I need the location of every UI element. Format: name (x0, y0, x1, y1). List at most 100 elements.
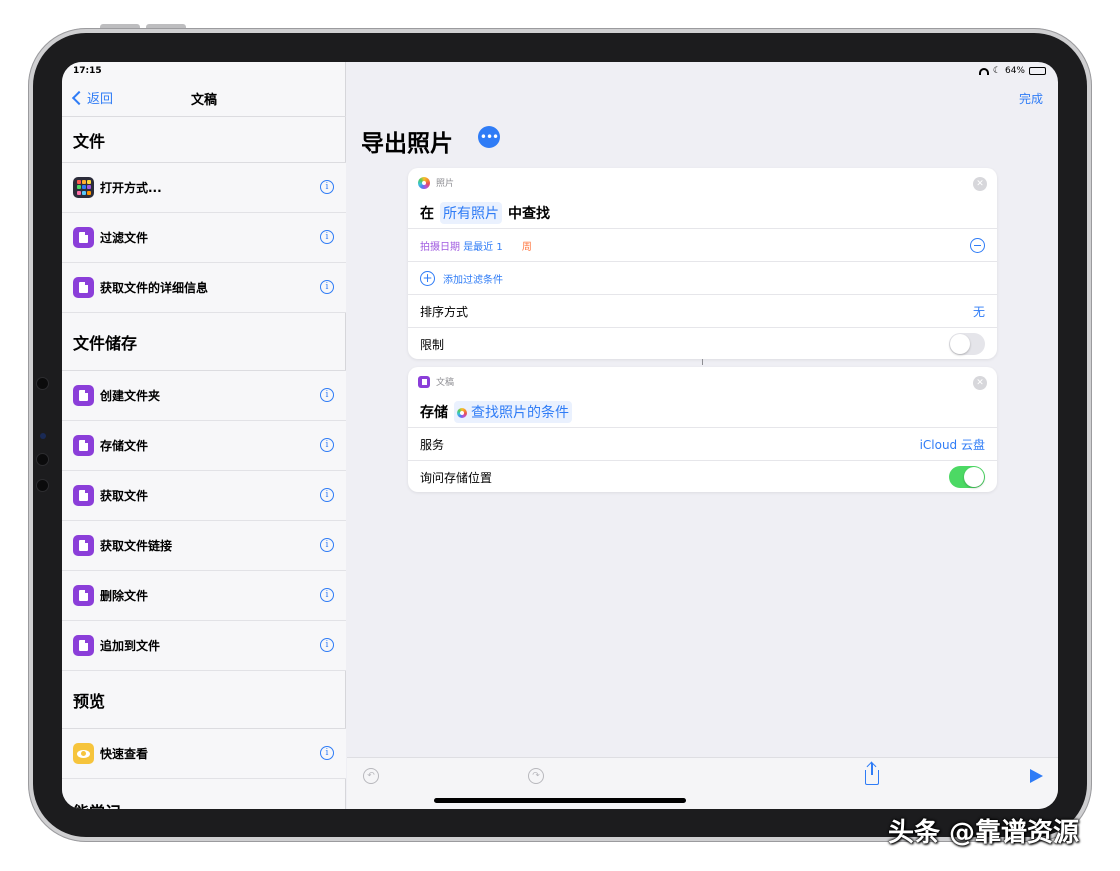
limit-toggle[interactable] (949, 333, 985, 355)
photos-app-icon (418, 176, 430, 189)
sort-value[interactable]: 无 (973, 303, 985, 320)
section-header: 文件 (62, 117, 346, 163)
list-item-get-file[interactable]: 获取文件 i (62, 471, 346, 521)
action-suffix: 中查找 (508, 206, 550, 222)
section-header: 文件储存 (62, 313, 346, 371)
list-item-label: 打开方式... (100, 181, 162, 195)
token-label: 查找照片的条件 (471, 405, 569, 421)
actions-sidebar: 17:15 返回 文稿 文件 打开方式... i 过滤文件 i 获取文件的详细信… (62, 62, 346, 809)
list-item-create-folder[interactable]: 创建文件夹 i (62, 371, 346, 421)
service-row[interactable]: 服务 iCloud 云盘 (408, 427, 997, 460)
list-item-label: 获取文件链接 (100, 539, 173, 553)
info-icon[interactable]: i (320, 488, 334, 502)
filter-unit[interactable]: 周 (522, 242, 532, 253)
service-value[interactable]: iCloud 云盘 (920, 436, 985, 453)
remove-filter-icon[interactable] (970, 237, 985, 253)
remove-action-button[interactable]: ✕ (973, 376, 987, 390)
sort-label: 排序方式 (420, 304, 469, 319)
photos-result-token[interactable]: 查找照片的条件 (454, 401, 572, 423)
list-item-label: 获取文件的详细信息 (100, 281, 209, 295)
shortcut-title[interactable]: 导出照片 (361, 124, 453, 158)
ask-location-label: 询问存储位置 (420, 470, 493, 485)
filter-field[interactable]: 拍摄日期 (420, 242, 460, 253)
list-item-get-file-link[interactable]: 获取文件链接 i (62, 521, 346, 571)
info-icon[interactable]: i (320, 438, 334, 452)
all-photos-token[interactable]: 所有照片 (440, 202, 502, 224)
action-header: 照片 (408, 168, 997, 189)
document-icon (73, 277, 94, 298)
document-icon (73, 227, 94, 248)
limit-label: 限制 (420, 337, 445, 352)
filter-operator[interactable]: 是最近 1 (463, 242, 503, 253)
list-item-append-to-file[interactable]: 追加到文件 i (62, 621, 346, 671)
plus-circle-icon: + (420, 270, 435, 286)
battery-icon (1029, 67, 1046, 75)
list-item-delete-file[interactable]: 删除文件 i (62, 571, 346, 621)
find-photos-action[interactable]: 照片 ✕ 在 所有照片 中查找 拍摄日期 是最近 1 周 + 添加过滤条件 排序… (408, 168, 997, 359)
save-file-action[interactable]: 文稿 ✕ 存储 查找照片的条件 服务 iCloud 云盘 询问存储位置 (408, 367, 997, 492)
action-prefix: 在 (420, 206, 434, 222)
done-button[interactable]: 完成 (1019, 90, 1043, 107)
play-icon[interactable] (1030, 769, 1043, 783)
document-icon (73, 585, 94, 606)
filter-row: 拍摄日期 是最近 1 周 (408, 228, 997, 261)
list-item-label: 快速查看 (100, 747, 149, 761)
list-item-label: 创建文件夹 (100, 389, 161, 403)
camera-dot (36, 479, 49, 492)
document-icon (73, 635, 94, 656)
list-item-filter-files[interactable]: 过滤文件 i (62, 213, 346, 263)
app-grid-icon (73, 177, 94, 198)
section-header: 预览 (62, 671, 346, 729)
shortcut-editor: ☾ 64% 完成 导出照片 ••• 照片 ✕ 在 所有照片 中查找 拍摄日期 是… (347, 62, 1058, 809)
add-filter-row[interactable]: + 添加过滤条件 (408, 261, 997, 294)
ask-location-toggle[interactable] (949, 466, 985, 488)
document-icon (73, 385, 94, 406)
document-icon (418, 375, 430, 388)
action-summary: 存储 查找照片的条件 (408, 387, 997, 427)
undo-icon[interactable]: ↶ (363, 768, 379, 784)
redo-icon[interactable]: ↷ (528, 768, 544, 784)
info-icon[interactable]: i (320, 180, 334, 194)
eye-icon (73, 743, 94, 764)
filter-condition: 拍摄日期 是最近 1 周 (420, 238, 532, 253)
action-summary: 在 所有照片 中查找 (408, 188, 997, 228)
list-item-save-file[interactable]: 存储文件 i (62, 421, 346, 471)
info-icon[interactable]: i (320, 230, 334, 244)
list-item-get-file-details[interactable]: 获取文件的详细信息 i (62, 263, 346, 313)
screen: 17:15 返回 文稿 文件 打开方式... i 过滤文件 i 获取文件的详细信… (62, 62, 1058, 809)
sort-row[interactable]: 排序方式 无 (408, 294, 997, 327)
info-icon[interactable]: i (320, 588, 334, 602)
info-icon[interactable]: i (320, 538, 334, 552)
status-indicators: ☾ 64% (978, 66, 1046, 76)
list-item-quick-look[interactable]: 快速查看 i (62, 729, 346, 779)
status-time: 17:15 (73, 66, 102, 76)
share-icon[interactable] (865, 763, 879, 785)
remove-action-button[interactable]: ✕ (973, 177, 987, 191)
info-icon[interactable]: i (320, 388, 334, 402)
moon-icon: ☾ (992, 66, 1001, 76)
more-options-button[interactable]: ••• (478, 126, 500, 148)
list-item-label: 获取文件 (100, 489, 149, 503)
info-icon[interactable]: i (320, 746, 334, 760)
add-filter-label: 添加过滤条件 (443, 274, 503, 286)
list-item-open-in[interactable]: 打开方式... i (62, 163, 346, 213)
list-item-label: 存储文件 (100, 439, 149, 453)
battery-percent: 64% (1004, 66, 1025, 76)
wifi-icon (978, 67, 989, 75)
watermark: 头条 @靠谱资源 (888, 818, 1080, 848)
ask-location-row: 询问存储位置 (408, 460, 997, 493)
section-header: 能常记 (62, 779, 346, 809)
action-app-name: 照片 (436, 179, 455, 189)
info-icon[interactable]: i (320, 638, 334, 652)
camera-sensor (40, 433, 46, 439)
list-item-label: 删除文件 (100, 589, 149, 603)
info-icon[interactable]: i (320, 280, 334, 294)
action-prefix: 存储 (420, 405, 448, 421)
camera-dot (36, 377, 49, 390)
camera-dot (36, 453, 49, 466)
home-indicator (434, 798, 686, 803)
limit-row: 限制 (408, 327, 997, 360)
document-icon (73, 435, 94, 456)
document-icon (73, 535, 94, 556)
photos-app-icon (457, 408, 467, 418)
